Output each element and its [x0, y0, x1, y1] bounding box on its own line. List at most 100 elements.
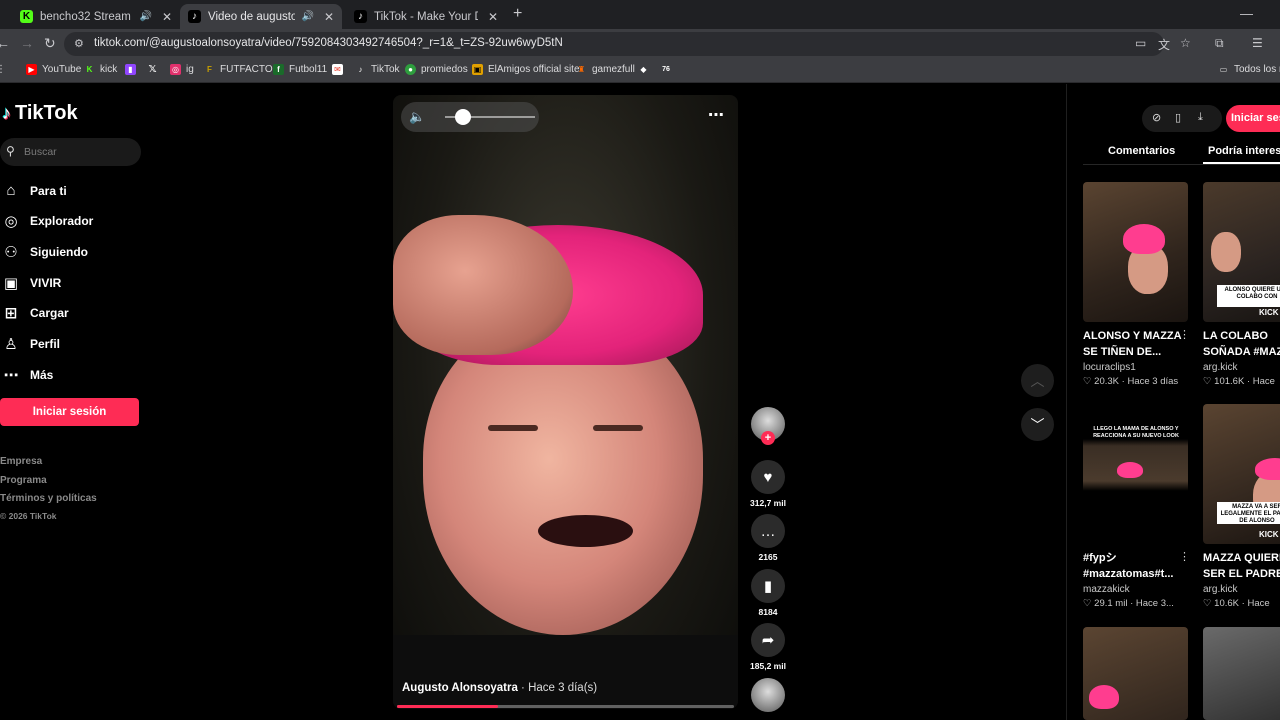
bookmark-ig[interactable]: ◎ ig	[170, 64, 194, 75]
save-button[interactable]: ▮ 8184	[751, 569, 785, 617]
device-icon[interactable]: ▯	[1175, 111, 1181, 124]
video-title[interactable]: #fypシ #mazzatomas#t...	[1083, 550, 1183, 582]
thumb-caption: MAZZA VA A SER LEGALMENTE EL PADRE DE AL…	[1217, 502, 1280, 524]
bookmark-tiktok[interactable]: ♪ TikTok	[355, 64, 400, 75]
menu-icon[interactable]: ☰	[1252, 36, 1263, 50]
bookmark-kick[interactable]: Kkick	[84, 64, 118, 75]
share-icon[interactable]: ➦	[751, 623, 785, 657]
back-icon[interactable]: ←	[0, 35, 10, 51]
like-button[interactable]: ♥ 312,7 mil	[750, 460, 786, 508]
translate-icon[interactable]: 文	[1158, 36, 1170, 53]
site-info-icon[interactable]: ⚙	[74, 37, 84, 50]
apps-icon[interactable]: ⋮	[0, 64, 6, 75]
close-tab-icon[interactable]: ✕	[488, 10, 498, 24]
speaker-icon[interactable]: 🔈	[409, 109, 425, 125]
video-thumbnail[interactable]: MAZZA VA A SER LEGALMENTE EL PADRE DE AL…	[1203, 404, 1280, 544]
explore-icon[interactable]: ⊘	[1152, 111, 1161, 124]
more-options-icon[interactable]: ⋮	[1179, 328, 1190, 341]
volume-control[interactable]: 🔈	[401, 102, 539, 132]
video-user[interactable]: arg.kick	[1203, 584, 1237, 595]
video-thumbnail[interactable]: LLEGO LA MAMA DE ALONSO Y REACCIONA A SU…	[1083, 404, 1188, 544]
music-disc[interactable]	[751, 678, 785, 712]
video-thumbnail[interactable]: ALONSO QUIERE UNA COLABO CON KICK	[1203, 182, 1280, 322]
music-avatar[interactable]	[751, 678, 785, 712]
video-thumbnail[interactable]	[1083, 182, 1188, 322]
video-title[interactable]: LA COLABO SOÑADA #MAZ	[1203, 328, 1280, 360]
comment-icon[interactable]: …	[751, 514, 785, 548]
sidebar-item-para-ti[interactable]: ⌂ Para ti	[2, 182, 66, 199]
share-button[interactable]: ➦ 185,2 mil	[750, 623, 786, 671]
url-text[interactable]: tiktok.com/@augustoalonsoyatra/video/759…	[94, 37, 563, 49]
tab-comentarios[interactable]: Comentarios	[1108, 145, 1175, 157]
more-options-icon[interactable]: ⋮	[1179, 550, 1190, 563]
video-author[interactable]: Augusto Alonsoyatra	[402, 682, 518, 694]
video-user[interactable]: locuraclips1	[1083, 362, 1136, 373]
next-video-button[interactable]: ﹀	[1021, 408, 1054, 441]
video-user[interactable]: mazzakick	[1083, 584, 1130, 595]
sidebar-item-perfil[interactable]: ♙ Perfil	[2, 335, 60, 353]
comment-button[interactable]: … 2165	[751, 514, 785, 562]
minimize-icon[interactable]: —	[1240, 6, 1253, 21]
heart-icon[interactable]: ♥	[751, 460, 785, 494]
reload-icon[interactable]: ↻	[44, 35, 56, 52]
address-bar[interactable]: ⚙ tiktok.com/@augustoalonsoyatra/video/7…	[64, 32, 1164, 56]
creator-avatar[interactable]: +	[751, 407, 785, 445]
sidebar-item-vivir[interactable]: ▣ VIVIR	[2, 274, 61, 292]
video-player[interactable]: 🔈 ⋯ Augusto Alonsoyatra · Hace 3 día(s)	[393, 95, 738, 709]
close-tab-icon[interactable]: ✕	[162, 10, 172, 24]
comment-count: 2165	[758, 552, 778, 562]
bookmark-diamond[interactable]: ◆	[638, 64, 654, 75]
bookmark-mail[interactable]: ✉	[332, 64, 348, 75]
extensions-icon[interactable]: ⧉	[1215, 36, 1224, 51]
bookmark-x[interactable]: 𝕏	[147, 64, 163, 75]
browser-tab-kick[interactable]: K bencho32 Stream - Watch L 🔊 ✕	[12, 4, 180, 29]
bookmark-icon[interactable]: ▮	[751, 569, 785, 603]
speaker-icon[interactable]: 🔊	[139, 11, 151, 22]
bookmark-futfactos[interactable]: F FUTFACTOS	[204, 64, 279, 75]
sidebar-item-siguiendo[interactable]: ⚇ Siguiendo	[2, 243, 88, 261]
bookmark-twitch[interactable]: ▮	[125, 64, 141, 75]
volume-slider-handle[interactable]	[455, 109, 471, 125]
video-thumbnail[interactable]	[1203, 627, 1280, 720]
tiktok-logo[interactable]: ♪ TikTok	[2, 102, 78, 125]
search-icon: ⚲	[6, 144, 15, 158]
browser-tab-tiktok-home[interactable]: ♪ TikTok - Make Your Day ✕	[346, 4, 506, 29]
tab-podria-interesar[interactable]: Podría interesa	[1208, 145, 1280, 157]
browser-tab-tiktok-video[interactable]: ♪ Video de augusto mazza (@ 🔊 ✕	[180, 4, 342, 29]
close-tab-icon[interactable]: ✕	[324, 10, 334, 24]
video-user[interactable]: arg.kick	[1203, 362, 1237, 373]
bookmark-promiedos[interactable]: ● promiedos	[405, 64, 468, 75]
bookmark-elamigos[interactable]: ▣ ElAmigos official site	[472, 64, 580, 75]
panel-divider	[1066, 84, 1067, 720]
previous-video-button[interactable]: ︿	[1021, 364, 1054, 397]
download-icon[interactable]: ⤓	[1198, 111, 1203, 124]
footer-link-empresa[interactable]: Empresa	[0, 456, 42, 467]
video-thumbnail[interactable]	[1083, 627, 1188, 720]
search-input[interactable]: ⚲ Buscar	[0, 138, 141, 166]
footer-link-programa[interactable]: Programa	[0, 475, 47, 486]
footer-link-terminos[interactable]: Términos y políticas	[0, 493, 97, 504]
video-author-line[interactable]: Augusto Alonsoyatra · Hace 3 día(s)	[402, 682, 597, 694]
sidebar-item-explorador[interactable]: ◎ Explorador	[2, 212, 93, 230]
video-views: 101.6K	[1214, 376, 1245, 387]
video-title[interactable]: MAZZA QUIERE SER EL PADRE D	[1203, 550, 1280, 582]
forward-icon[interactable]: →	[20, 35, 34, 51]
header-login-button[interactable]: Iniciar sesión	[1226, 105, 1280, 132]
login-button[interactable]: Iniciar sesión	[0, 398, 139, 426]
tiktok-icon: ♪	[2, 103, 11, 123]
all-bookmarks[interactable]: ▭ Todos los ma	[1218, 64, 1280, 75]
follow-plus-icon[interactable]: +	[761, 431, 775, 445]
speaker-icon[interactable]: 🔊	[301, 11, 313, 22]
sidebar-item-mas[interactable]: ⋯ Más	[2, 366, 54, 384]
bookmark-gamezfull[interactable]: ♜ gamezfull	[576, 64, 635, 75]
bookmark-76[interactable]: 76	[659, 64, 678, 75]
more-options-icon[interactable]: ⋯	[708, 105, 724, 125]
video-title[interactable]: ALONSO Y MAZZA SE TIÑEN DE...	[1083, 328, 1183, 360]
cast-icon[interactable]: ▭	[1135, 36, 1146, 50]
video-progress-bar[interactable]	[397, 705, 734, 708]
sidebar-item-cargar[interactable]: ⊞ Cargar	[2, 304, 69, 322]
bookmark-youtube[interactable]: ▶ YouTube	[26, 64, 81, 75]
bookmark-futbol11[interactable]: f Futbol11	[273, 64, 327, 75]
bookmark-star-icon[interactable]: ☆	[1180, 36, 1191, 50]
new-tab-button[interactable]: +	[513, 5, 522, 23]
